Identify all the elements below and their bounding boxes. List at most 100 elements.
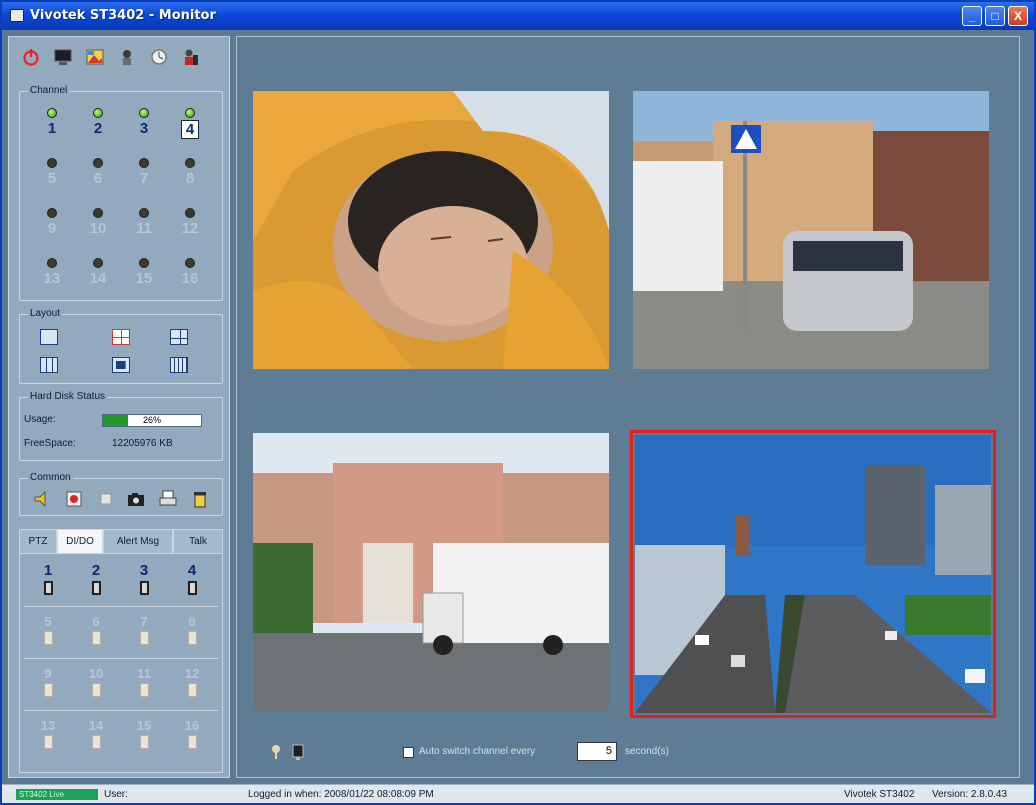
switch-icon	[187, 735, 197, 749]
channel-11-button[interactable]: 11	[132, 208, 156, 248]
channel-13-button[interactable]: 13	[40, 258, 64, 298]
switch-icon	[187, 581, 197, 595]
dio-1-switch[interactable]: 1	[38, 562, 58, 595]
channel-number: 4	[181, 120, 199, 139]
title-bar[interactable]: Vivotek ST3402 - Monitor _ □ X	[2, 2, 1034, 30]
dio-10-switch[interactable]: 10	[86, 666, 106, 697]
channel-2-button[interactable]: 2	[86, 108, 110, 148]
channel-5-button[interactable]: 5	[40, 158, 64, 198]
channel-status-led	[139, 108, 149, 118]
layout-2x2-button[interactable]	[112, 329, 130, 345]
dio-number: 1	[43, 562, 53, 579]
stop-icon[interactable]	[96, 489, 116, 509]
top-toolbar	[21, 47, 221, 69]
layout-group: Layout	[19, 308, 223, 384]
dio-divider	[24, 606, 218, 607]
dio-2-switch[interactable]: 2	[86, 562, 106, 595]
audio-icon[interactable]	[32, 489, 52, 509]
dio-4-switch[interactable]: 4	[182, 562, 202, 595]
channel-number: 2	[93, 120, 103, 137]
channel-number: 13	[43, 270, 61, 287]
channel-6-button[interactable]: 6	[86, 158, 110, 198]
channel-10-button[interactable]: 10	[86, 208, 110, 248]
tab-alert-msg[interactable]: Alert Msg	[103, 529, 173, 553]
view-controls: Auto switch channel every 5 second(s)	[257, 739, 997, 767]
layout-1plus5-button[interactable]	[170, 329, 188, 345]
switch-icon	[91, 631, 101, 645]
tab-talk[interactable]: Talk	[173, 529, 223, 553]
channel-12-button[interactable]: 12	[178, 208, 202, 248]
tab-dido[interactable]: DI/DO	[57, 529, 103, 553]
dio-16-switch[interactable]: 16	[182, 718, 202, 749]
clock-icon[interactable]	[149, 47, 169, 67]
record-icon[interactable]	[64, 489, 84, 509]
layout-1x1-button[interactable]	[40, 329, 58, 345]
image-icon[interactable]	[85, 47, 105, 67]
minimize-button[interactable]: _	[962, 6, 982, 26]
dio-9-switch[interactable]: 9	[38, 666, 58, 697]
seconds-input[interactable]: 5	[577, 742, 617, 761]
delete-icon[interactable]	[190, 489, 210, 509]
camera-view-3[interactable]	[253, 433, 609, 711]
dio-number: 3	[139, 562, 149, 579]
snapshot-icon[interactable]	[126, 489, 146, 509]
power-icon[interactable]	[21, 47, 41, 67]
dio-14-switch[interactable]: 14	[86, 718, 106, 749]
dio-number: 6	[92, 614, 100, 629]
dio-8-switch[interactable]: 8	[182, 614, 202, 645]
switch-icon	[43, 683, 53, 697]
layout-3x3-button[interactable]	[40, 357, 58, 373]
auto-switch-checkbox[interactable]	[403, 747, 414, 758]
camera-view-2[interactable]	[633, 91, 989, 369]
layout-4x4-button[interactable]	[170, 357, 188, 373]
close-button[interactable]: X	[1008, 6, 1028, 26]
dio-divider	[24, 658, 218, 659]
maximize-button[interactable]: □	[985, 6, 1005, 26]
channel-8-button[interactable]: 8	[178, 158, 202, 198]
channel-4-button[interactable]: 4	[178, 108, 202, 148]
dio-3-switch[interactable]: 3	[134, 562, 154, 595]
login-time: Logged in when: 2008/01/22 08:08:09 PM	[248, 789, 434, 800]
channel-16-button[interactable]: 16	[178, 258, 202, 298]
print-icon[interactable]	[158, 489, 178, 509]
monitor-icon[interactable]	[53, 47, 73, 67]
dio-11-switch[interactable]: 11	[134, 666, 154, 697]
layout-1plus7-button[interactable]	[112, 357, 130, 373]
network-icon[interactable]	[117, 47, 137, 67]
channel-3-button[interactable]: 3	[132, 108, 156, 148]
channel-status-led	[47, 108, 57, 118]
device-icon[interactable]	[291, 744, 305, 760]
camera-view-1[interactable]	[253, 91, 609, 369]
channel-14-button[interactable]: 14	[86, 258, 110, 298]
usage-value: 26%	[142, 415, 161, 425]
dio-5-switch[interactable]: 5	[38, 614, 58, 645]
channel-status-led	[93, 208, 103, 218]
hard-disk-status-label: Hard Disk Status	[28, 391, 108, 402]
version-info: Version: 2.8.0.43	[932, 789, 1008, 800]
channel-number: 7	[139, 170, 149, 187]
channel-status-led	[185, 158, 195, 168]
switch-icon	[139, 631, 149, 645]
dio-13-switch[interactable]: 13	[38, 718, 58, 749]
camera-view-4[interactable]	[630, 430, 996, 718]
channel-7-button[interactable]: 7	[132, 158, 156, 198]
dio-6-switch[interactable]: 6	[86, 614, 106, 645]
channel-1-button[interactable]: 1	[40, 108, 64, 148]
user-icon[interactable]	[181, 47, 201, 67]
channel-status-led	[139, 258, 149, 268]
channel-9-button[interactable]: 9	[40, 208, 64, 248]
dio-15-switch[interactable]: 15	[134, 718, 154, 749]
switch-icon	[91, 735, 101, 749]
dio-number: 11	[137, 666, 151, 681]
common-label: Common	[28, 472, 73, 483]
dio-7-switch[interactable]: 7	[134, 614, 154, 645]
pin-icon[interactable]	[269, 744, 283, 760]
switch-icon	[43, 735, 53, 749]
switch-icon	[91, 683, 101, 697]
status-bar: ST3402 Live User: Logged in when: 2008/0…	[2, 784, 1034, 803]
channel-status-led	[185, 258, 195, 268]
window-title: Vivotek ST3402 - Monitor	[30, 8, 216, 23]
channel-15-button[interactable]: 15	[132, 258, 156, 298]
tab-ptz[interactable]: PTZ	[19, 529, 57, 553]
dio-12-switch[interactable]: 12	[182, 666, 202, 697]
